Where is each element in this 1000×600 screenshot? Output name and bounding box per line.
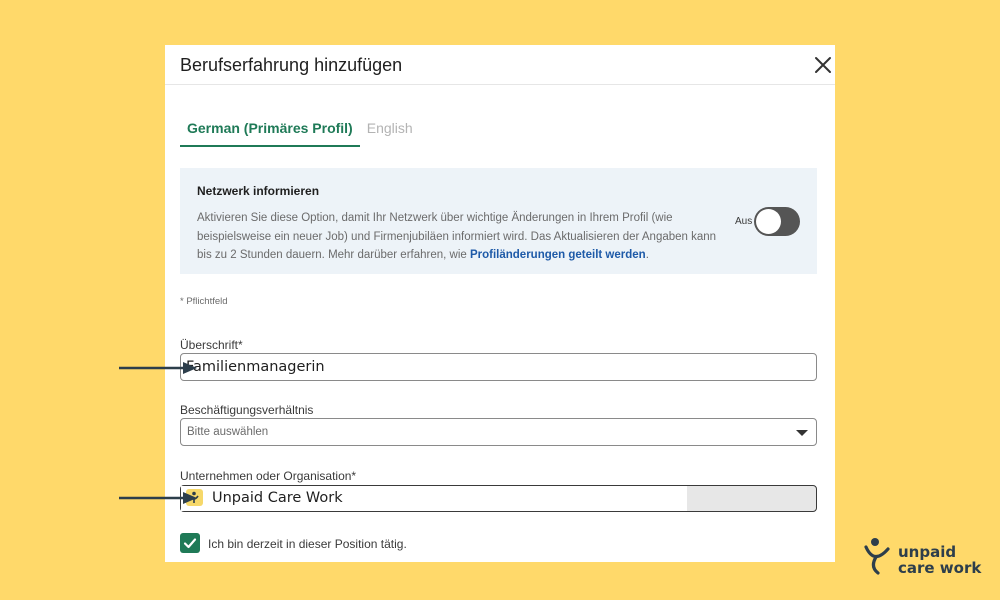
network-notify-panel: Netzwerk informieren Aktivieren Sie dies…: [180, 168, 817, 274]
dialog-title: Berufserfahrung hinzufügen: [180, 55, 403, 75]
company-value: Unpaid Care Work: [212, 490, 343, 506]
employment-type-value: Bitte auswählen: [187, 426, 269, 438]
brand-text: unpaid care work: [898, 544, 981, 576]
care-figure-icon: [864, 538, 890, 575]
employment-type-select[interactable]: Bitte auswählen: [180, 418, 817, 446]
required-field-note: * Pflichtfeld: [180, 296, 228, 307]
language-tabs: German (Primäres Profil) English: [180, 117, 420, 147]
notify-title: Netzwerk informieren: [197, 184, 320, 198]
current-position-checkbox[interactable]: [180, 533, 200, 553]
pointer-arrow-icon: [119, 362, 197, 374]
notify-description: Aktivieren Sie diese Option, damit Ihr N…: [197, 209, 717, 265]
brand-line-1: unpaid: [898, 543, 957, 561]
toggle-label: Aus: [735, 216, 753, 227]
add-experience-dialog: Berufserfahrung hinzufügen German (Primä…: [165, 45, 835, 562]
close-button[interactable]: [813, 55, 833, 75]
profile-changes-link[interactable]: Profiländerungen geteilt werden: [470, 249, 646, 261]
notify-network-toggle[interactable]: [754, 207, 800, 236]
tab-german[interactable]: German (Primäres Profil): [180, 117, 360, 147]
notify-text-end: .: [645, 249, 649, 261]
heading-value: Familienmanagerin: [186, 359, 325, 375]
brand-line-2: care work: [898, 559, 982, 577]
current-position-label: Ich bin derzeit in dieser Position tätig…: [208, 537, 407, 551]
checkmark-icon: [183, 538, 197, 549]
company-label: Unternehmen oder Organisation*: [180, 469, 357, 483]
dialog-header: Berufserfahrung hinzufügen: [165, 45, 835, 85]
tab-english[interactable]: English: [360, 117, 420, 147]
toggle-knob: [756, 209, 781, 234]
close-icon: [815, 57, 831, 73]
heading-input[interactable]: Familienmanagerin: [180, 353, 817, 381]
pointer-arrow-icon: [119, 492, 197, 504]
company-input[interactable]: Unpaid Care Work: [180, 485, 817, 512]
employment-type-label: Beschäftigungsverhältnis: [180, 403, 314, 417]
heading-label: Überschrift*: [180, 338, 243, 352]
caret-down-icon: [796, 430, 808, 436]
brand-logo: unpaid care work: [862, 537, 982, 579]
